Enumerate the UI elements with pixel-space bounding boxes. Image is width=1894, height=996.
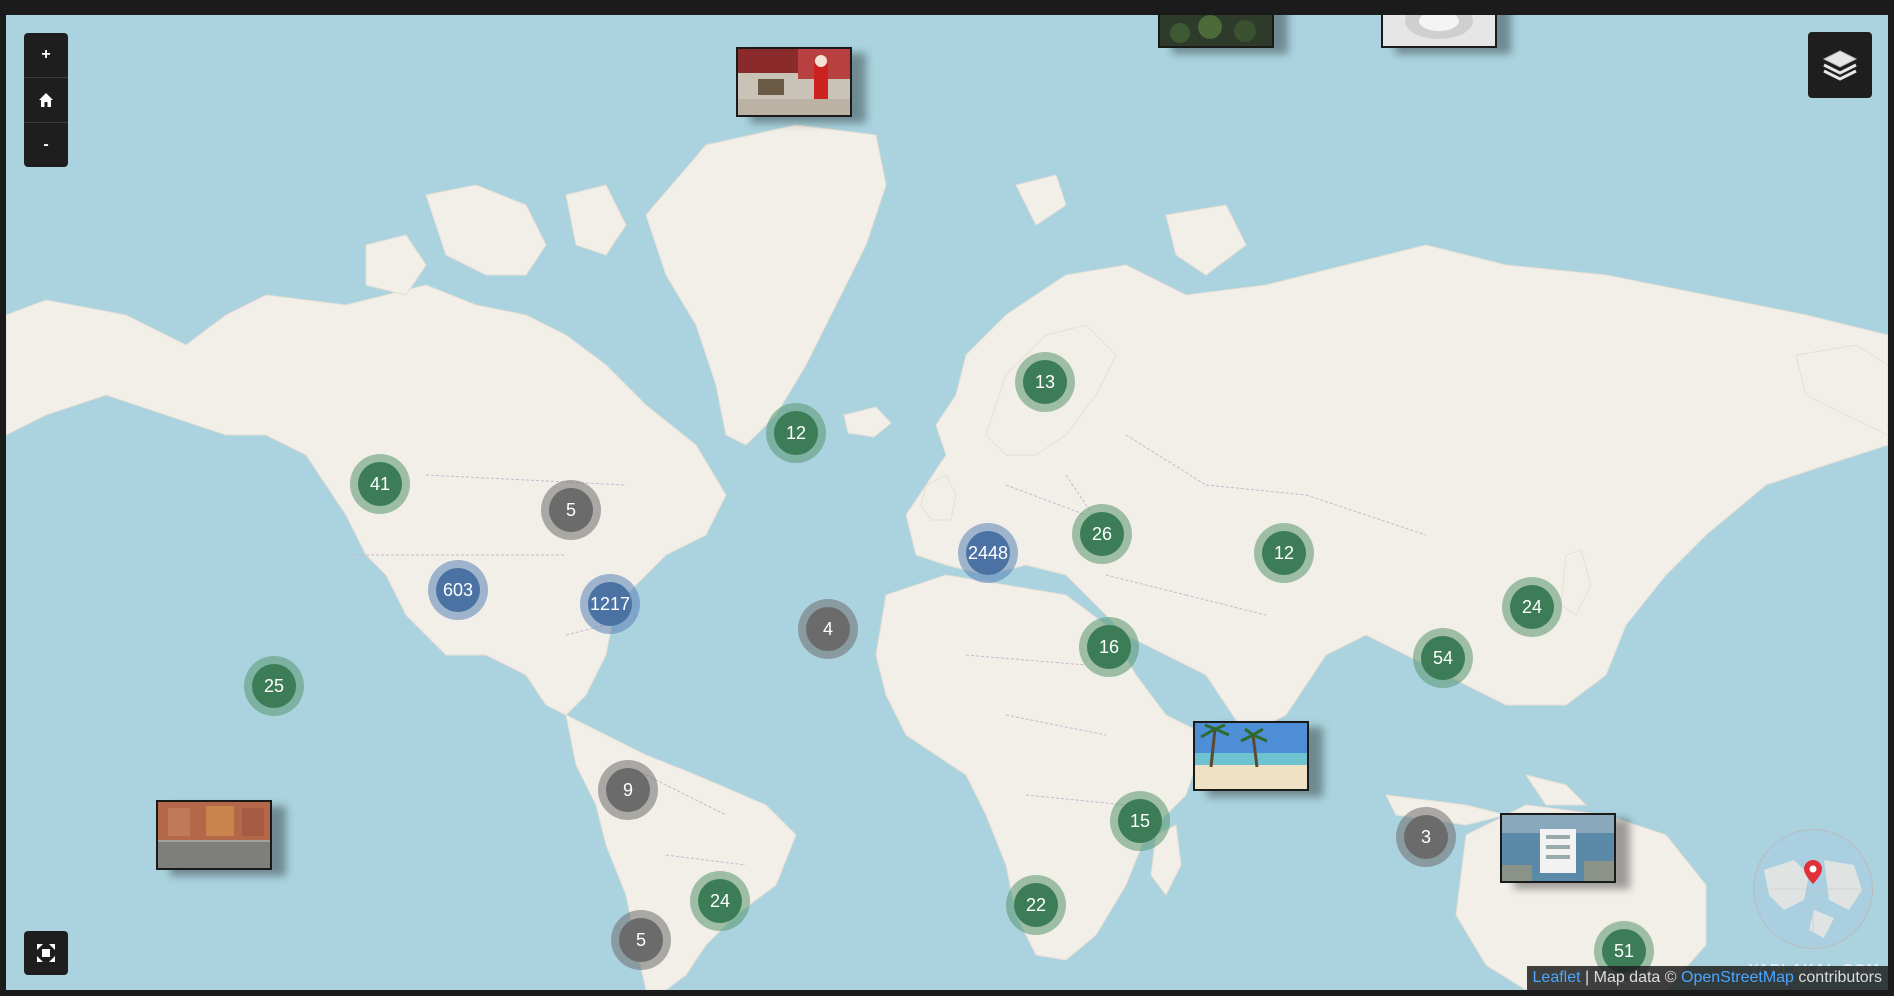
cluster-central-asia[interactable]: 12	[1254, 523, 1314, 583]
cluster-count: 3	[1404, 815, 1448, 859]
cluster-count: 24	[1510, 585, 1554, 629]
home-icon	[39, 93, 53, 107]
cluster-peru[interactable]: 9	[598, 760, 658, 820]
cluster-indonesia[interactable]: 3	[1396, 807, 1456, 867]
cluster-count: 12	[774, 411, 818, 455]
photo-thumbnail-street[interactable]	[156, 800, 272, 870]
minimap-globe[interactable]	[1754, 830, 1872, 948]
attribution-tail: contributors	[1793, 969, 1882, 986]
cluster-alaska-west[interactable]: 41	[350, 454, 410, 514]
cluster-count: 603	[436, 568, 480, 612]
zoom-controls: + -	[24, 33, 68, 167]
cluster-argentina[interactable]: 5	[611, 910, 671, 970]
fullscreen-icon	[37, 944, 55, 962]
leaflet-link[interactable]: Leaflet	[1533, 969, 1581, 987]
cluster-count: 9	[606, 768, 650, 812]
photo-thumbnail-forest[interactable]	[1158, 15, 1274, 48]
map-attribution: Leaflet | Map data © OpenStreetMap contr…	[1526, 966, 1888, 990]
cluster-count: 5	[619, 918, 663, 962]
cluster-scandinavia[interactable]: 13	[1015, 352, 1075, 412]
cluster-count: 1217	[588, 582, 632, 626]
cluster-count: 4	[806, 607, 850, 651]
cluster-middle-east[interactable]: 16	[1079, 617, 1139, 677]
cluster-count: 25	[252, 664, 296, 708]
cluster-greenland[interactable]: 12	[766, 403, 826, 463]
layers-button[interactable]	[1808, 32, 1872, 98]
cluster-count: 2448	[966, 531, 1010, 575]
cluster-count: 41	[358, 462, 402, 506]
cluster-europe[interactable]: 2448	[958, 523, 1018, 583]
cluster-count: 12	[1262, 531, 1306, 575]
cluster-count: 16	[1087, 625, 1131, 669]
cluster-count: 26	[1080, 512, 1124, 556]
photo-thumbnail-beach[interactable]	[1193, 721, 1309, 791]
fullscreen-button[interactable]	[24, 931, 68, 975]
cluster-china-south[interactable]: 54	[1413, 628, 1473, 688]
osm-link[interactable]: OpenStreetMap	[1681, 969, 1794, 987]
cluster-black-sea[interactable]: 26	[1072, 504, 1132, 564]
cluster-japan[interactable]: 24	[1502, 577, 1562, 637]
cluster-brazil[interactable]: 24	[690, 871, 750, 931]
home-button[interactable]	[24, 78, 68, 123]
location-pin-icon	[1804, 860, 1822, 884]
cluster-count: 22	[1014, 883, 1058, 927]
layers-icon	[1822, 50, 1858, 81]
photo-thumbnail-santa[interactable]	[736, 47, 852, 117]
cluster-madagascar[interactable]: 15	[1110, 791, 1170, 851]
map-container[interactable]: 41 5 603 1217 25 12 13 2448 4 26 12 16 2…	[6, 15, 1888, 990]
cluster-count: 54	[1421, 636, 1465, 680]
cluster-hudson[interactable]: 5	[541, 480, 601, 540]
attribution-separator: | Map data ©	[1580, 969, 1681, 986]
cluster-count: 15	[1118, 799, 1162, 843]
cluster-us-east[interactable]: 1217	[580, 574, 640, 634]
cluster-california[interactable]: 603	[428, 560, 488, 620]
cluster-south-africa[interactable]: 22	[1006, 875, 1066, 935]
cluster-count: 5	[549, 488, 593, 532]
cluster-count: 24	[698, 879, 742, 923]
cluster-atlantic[interactable]: 4	[798, 599, 858, 659]
zoom-out-button[interactable]: -	[24, 123, 68, 167]
cluster-count: 13	[1023, 360, 1067, 404]
zoom-in-button[interactable]: +	[24, 33, 68, 78]
photo-thumbnail-white[interactable]	[1381, 15, 1497, 48]
photo-thumbnail-cruise-ship[interactable]	[1500, 813, 1616, 883]
cluster-hawaii[interactable]: 25	[244, 656, 304, 716]
